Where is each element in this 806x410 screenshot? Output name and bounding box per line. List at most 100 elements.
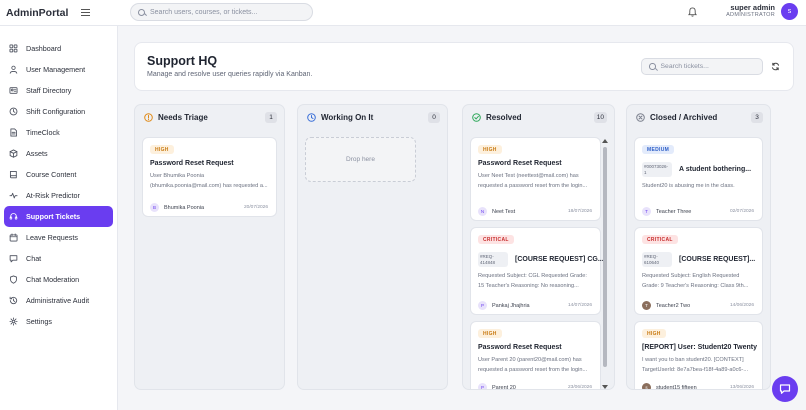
column-count: 0	[428, 112, 440, 123]
ticket-date: 13/06/2026	[729, 385, 754, 390]
sidebar-item-label: Chat	[26, 254, 42, 263]
sidebar-item-administrative-audit[interactable]: Administrative Audit	[4, 290, 113, 311]
ticket-date: 14/06/2026	[729, 303, 754, 308]
drop-zone[interactable]: Drop here	[305, 137, 416, 182]
sidebar-item-label: Settings	[26, 317, 52, 326]
ticket-footer: P Pankaj Jhajhria 14/07/2026	[478, 301, 592, 310]
ticket-user: Neet Test	[492, 208, 516, 215]
sidebar-item-label: Staff Directory	[26, 86, 72, 95]
sidebar-item-timeclock[interactable]: TimeClock	[4, 122, 113, 143]
clock-icon	[9, 107, 18, 116]
headset-icon	[9, 212, 18, 221]
sidebar-item-label: Leave Requests	[26, 233, 78, 242]
ticket-ref: #00073026-1	[642, 162, 672, 177]
sidebar-item-assets[interactable]: Assets	[4, 143, 113, 164]
sidebar-item-course-content[interactable]: Course Content	[4, 164, 113, 185]
chat-button[interactable]	[772, 376, 798, 402]
ticket-footer: P Parent 20 23/06/2026	[478, 383, 592, 389]
sidebar-item-support-tickets[interactable]: Support Tickets	[4, 206, 113, 227]
ticket-user: Bhumika Poonia	[164, 204, 205, 211]
sidebar-item-chat-moderation[interactable]: Chat Moderation	[4, 269, 113, 290]
sidebar-item-label: Shift Configuration	[26, 107, 86, 116]
calendar-icon	[9, 233, 18, 242]
sidebar-item-staff-directory[interactable]: Staff Directory	[4, 80, 113, 101]
priority-badge: HIGH	[642, 329, 666, 338]
avatar: B	[150, 203, 159, 212]
column-header: Working On It	[298, 105, 447, 129]
ticket-title: A student bothering...	[679, 166, 752, 173]
sidebar-item-settings[interactable]: Settings	[4, 311, 113, 332]
ticket-ref: #REQ-414848	[478, 252, 508, 267]
sidebar-item-label: At-Risk Predictor	[26, 191, 80, 200]
ticket-title: Password Reset Request	[478, 160, 562, 167]
brand-name: AdminPortal	[6, 6, 69, 19]
ticket-card[interactable]: HIGH Password Reset Request User Neet Test…	[470, 137, 601, 221]
sidebar-item-at-risk-predictor[interactable]: At-Risk Predictor	[4, 185, 113, 206]
column-header: Resolved	[463, 105, 614, 129]
column-header: Closed / Archived	[627, 105, 770, 129]
priority-badge: CRITICAL	[642, 235, 678, 244]
brand: AdminPortal	[0, 7, 118, 19]
avatar: T	[642, 301, 651, 310]
bell-icon[interactable]	[688, 7, 697, 17]
ticket-card[interactable]: HIGH Password Reset Request User Bhumika P…	[142, 137, 277, 217]
priority-badge: HIGH	[150, 145, 174, 154]
ticket-card[interactable]: CRITICAL #REQ-610640 [COURSE REQUEST]... Re…	[634, 227, 763, 315]
ticket-description: Requested Subject: English Requested Gra…	[642, 273, 749, 289]
sidebar-item-label: Dashboard	[26, 44, 62, 53]
ticket-date: 18/07/2026	[567, 209, 592, 214]
global-search-input[interactable]: Search users, courses, or tickets...	[130, 3, 313, 21]
ticket-user: Pankaj Jhajhria	[492, 302, 530, 309]
column-title: Closed / Archived	[650, 112, 718, 122]
user-icon	[9, 65, 18, 74]
sidebar-item-shift-configuration[interactable]: Shift Configuration	[4, 101, 113, 122]
scroll-up-arrow[interactable]	[602, 139, 608, 143]
column-header: Needs Triage	[135, 105, 284, 129]
sidebar-item-label: Course Content	[26, 170, 77, 179]
column-closed-archived: Closed / Archived 3 MEDIUM #00073026-1 A stu…	[626, 104, 771, 390]
ticket-description: User Neet Test (neettest@mail.com) has r…	[478, 173, 588, 189]
ticket-user: Teacher2 Two	[656, 302, 691, 309]
ticket-title: [REPORT] User: Student20 Twenty	[642, 344, 757, 351]
avatar: P	[478, 383, 487, 389]
sidebar-item-label: Chat Moderation	[26, 275, 80, 284]
ticket-card[interactable]: HIGH Password Reset Request User Parent 20…	[470, 321, 601, 389]
grid-icon	[9, 44, 18, 53]
scrollbar-thumb[interactable]	[603, 147, 607, 367]
ticket-card[interactable]: HIGH [REPORT] User: Student20 Twenty I wan…	[634, 321, 763, 390]
history-icon	[9, 296, 18, 305]
menu-icon[interactable]	[81, 9, 90, 16]
ticket-description: I want you to ban student20. [CONTEXT] T…	[642, 357, 749, 373]
avatar[interactable]: s	[781, 3, 798, 20]
sidebar-item-label: TimeClock	[26, 128, 60, 137]
ticket-footer: s student15 fifteen 13/06/2026	[642, 383, 754, 390]
column-resolved: Resolved 10 HIGH Password Reset Request User…	[462, 104, 615, 390]
ticket-card[interactable]: MEDIUM #00073026-1 A student bothering... S…	[634, 137, 763, 221]
column-title: Resolved	[486, 112, 522, 122]
id-card-icon	[9, 86, 18, 95]
column-needs-triage: Needs Triage 1 HIGH Password Reset Request U…	[134, 104, 285, 390]
search-icon	[649, 63, 656, 70]
sidebar-item-label: User Management	[26, 65, 86, 74]
top-bar: AdminPortal Search users, courses, or ti…	[0, 0, 806, 26]
scroll-down-arrow[interactable]	[602, 385, 608, 389]
ticket-footer: T Teacher Three 02/07/2026	[642, 207, 754, 216]
ticket-search-input[interactable]: Search tickets...	[641, 58, 763, 75]
ticket-description: Student20 is abusing me in the class.	[642, 183, 735, 189]
avatar: N	[478, 207, 487, 216]
avatar: s	[642, 383, 651, 389]
ticket-title: Password Reset Request	[478, 344, 562, 351]
sidebar-item-chat[interactable]: Chat	[4, 248, 113, 269]
ticket-footer: B Bhumika Poonia 20/07/2026	[150, 203, 268, 212]
refresh-icon[interactable]	[771, 62, 780, 71]
priority-badge: HIGH	[478, 329, 502, 338]
column-title: Working On It	[321, 112, 374, 122]
sidebar-item-user-management[interactable]: User Management	[4, 59, 113, 80]
sidebar-item-dashboard[interactable]: Dashboard	[4, 38, 113, 59]
search-icon	[138, 8, 145, 16]
column-count: 1	[265, 112, 277, 123]
sidebar-item-leave-requests[interactable]: Leave Requests	[4, 227, 113, 248]
ticket-date: 14/07/2026	[567, 303, 592, 308]
column-working-on-it: Working On It 0 Drop here	[297, 104, 448, 390]
ticket-card[interactable]: CRITICAL #REQ-414848 [COURSE REQUEST] CG..…	[470, 227, 604, 315]
